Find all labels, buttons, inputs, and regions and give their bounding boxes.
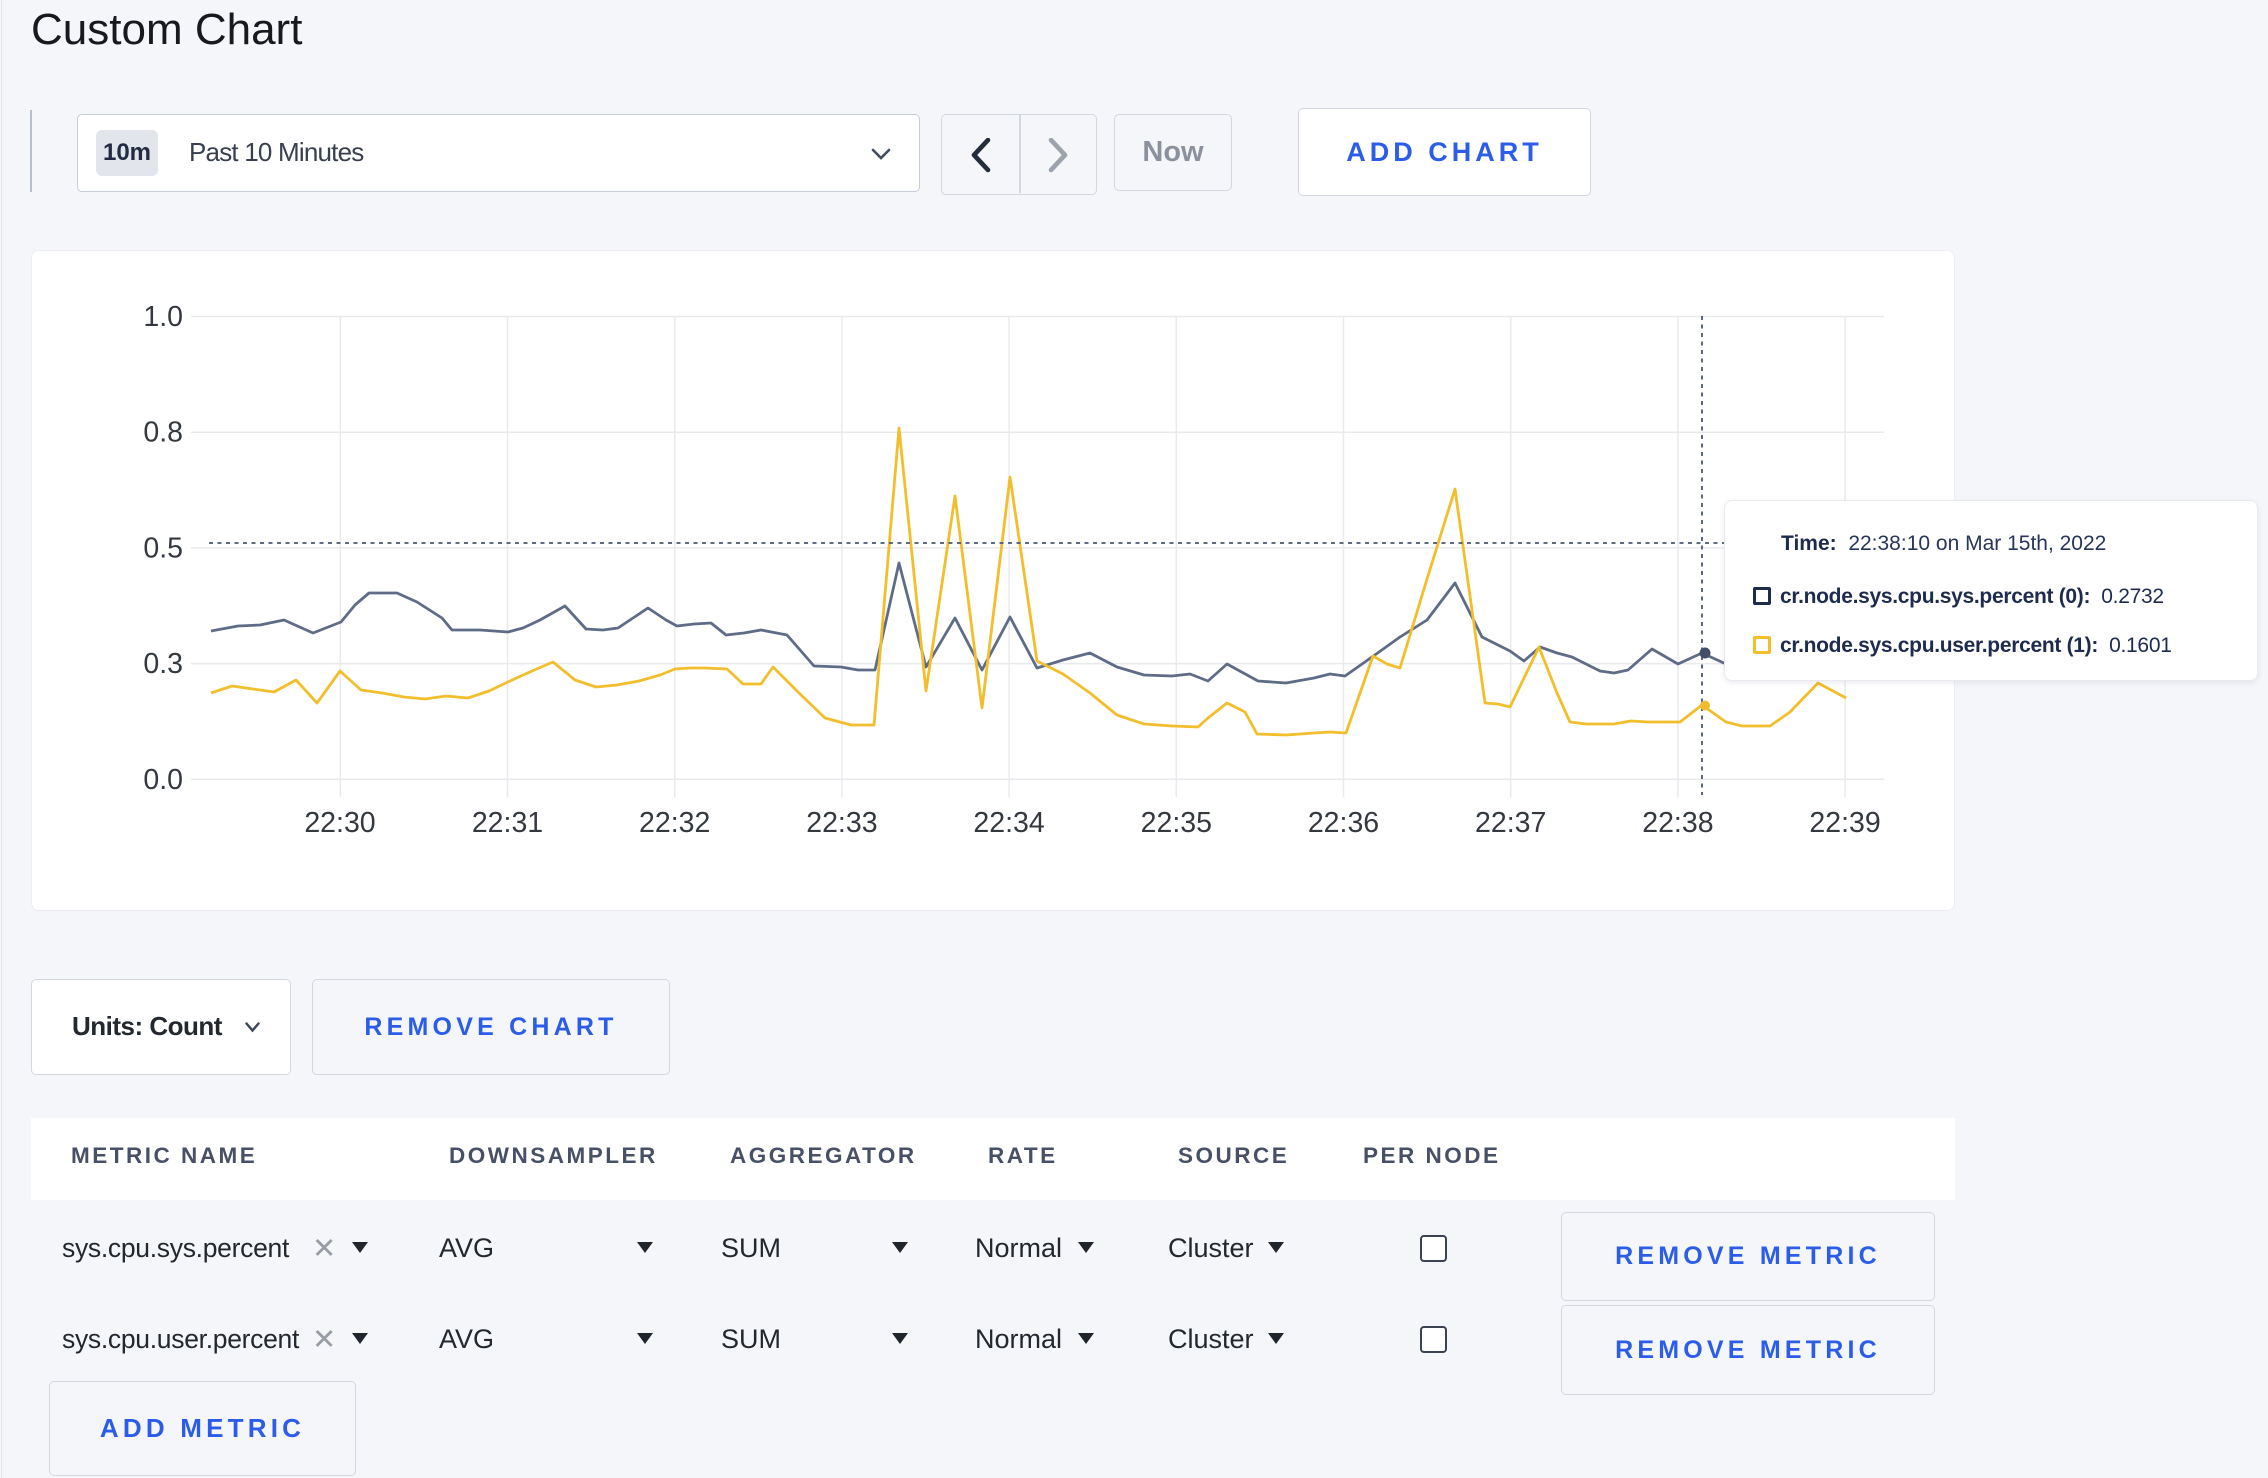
svg-text:0.3: 0.3 (143, 648, 183, 680)
svg-text:0.5: 0.5 (143, 532, 183, 564)
svg-text:22:33: 22:33 (806, 807, 877, 839)
svg-text:22:37: 22:37 (1475, 807, 1546, 839)
svg-text:1.0: 1.0 (143, 301, 183, 333)
svg-text:22:39: 22:39 (1809, 807, 1880, 839)
svg-text:22:35: 22:35 (1141, 807, 1212, 839)
svg-text:22:36: 22:36 (1308, 807, 1379, 839)
svg-text:22:32: 22:32 (639, 807, 710, 839)
svg-text:0.8: 0.8 (143, 417, 183, 449)
svg-text:0.0: 0.0 (143, 764, 183, 796)
svg-text:22:38: 22:38 (1642, 807, 1713, 839)
svg-text:22:30: 22:30 (304, 807, 375, 839)
svg-text:22:34: 22:34 (973, 807, 1044, 839)
svg-text:22:31: 22:31 (472, 807, 543, 839)
